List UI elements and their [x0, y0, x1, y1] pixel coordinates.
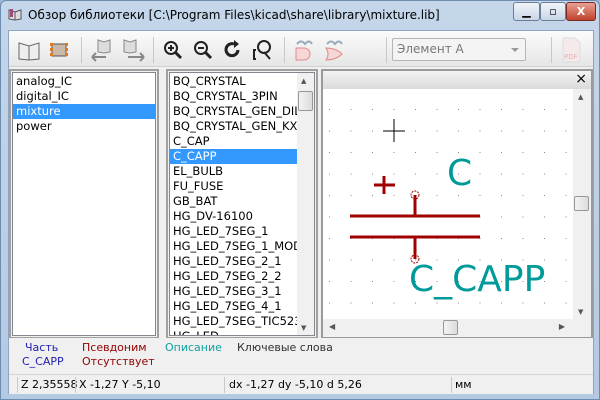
vscroll-thumb[interactable] — [574, 196, 589, 211]
preview-pane: × C C_CAPP ▲ ▼ ◀ ▶ — [321, 69, 593, 339]
zoom-out-icon — [194, 41, 213, 60]
title-bar: Обзор библиотеки [C:\Program Files\kicad… — [1, 1, 599, 29]
status-units: мм — [455, 378, 472, 391]
toolbar: Элемент А PDF — [9, 31, 593, 67]
zoom-in-button[interactable] — [160, 37, 186, 63]
refresh-icon — [224, 40, 240, 58]
component-item[interactable]: GB_BAT — [170, 194, 298, 209]
scroll-down-icon[interactable]: ▼ — [578, 308, 583, 316]
zoom-fit-button[interactable] — [250, 37, 276, 63]
description-label: Описание — [165, 341, 222, 354]
previous-component-button[interactable] — [90, 37, 116, 63]
keywords-label: Ключевые слова — [237, 341, 333, 354]
status-bar: Z 2,35558 X -1,27 Y -5,10 dx -1,27 dy -5… — [9, 374, 593, 394]
component-item[interactable]: HG_LED_7SEG_TIC5231 — [170, 314, 298, 329]
preview-pane-header: × — [323, 71, 591, 89]
minimize-button[interactable]: ▁ — [513, 2, 540, 21]
svg-text:PDF: PDF — [564, 53, 578, 61]
select-library-button[interactable] — [16, 37, 42, 63]
component-item[interactable]: FU_FUSE — [170, 179, 298, 194]
library-list-frame: analog_IC digital_IC mixture power — [9, 69, 159, 339]
component-item[interactable]: HG_LED_7SEG_4_1 — [170, 299, 298, 314]
select-component-button[interactable] — [46, 37, 72, 63]
library-item-analog-ic[interactable]: analog_IC — [13, 74, 155, 89]
status-delta: dx -1,27 dy -5,10 d 5,26 — [229, 378, 362, 391]
chevron-down-icon — [511, 48, 519, 52]
scroll-down-icon[interactable]: ▼ — [301, 324, 306, 332]
library-item-mixture[interactable]: mixture — [13, 104, 155, 119]
deMorgan-converted-button[interactable] — [321, 37, 347, 63]
library-item-power[interactable]: power — [13, 119, 155, 134]
library-browser-window: Обзор библиотеки [C:\Program Files\kicad… — [0, 0, 600, 400]
component-list-scrollbar[interactable]: ▲ ▼ — [297, 73, 314, 335]
component-item[interactable]: HG_LED — [170, 329, 298, 335]
close-button[interactable]: X — [566, 2, 596, 21]
client-area: Элемент А PDF analog_IC digital_IC mixtu… — [8, 30, 594, 394]
redraw-button[interactable] — [220, 37, 246, 63]
deMorgan-normal-button[interactable] — [291, 37, 317, 63]
status-cursor-xy: X -1,27 Y -5,10 — [79, 378, 161, 391]
library-book-icon — [8, 9, 22, 21]
component-item[interactable]: HG_DV-16100 — [170, 209, 298, 224]
component-item[interactable]: BQ_CRYSTAL_GEN_DIL — [170, 104, 298, 119]
next-component-button[interactable] — [120, 37, 146, 63]
scroll-up-icon[interactable]: ▲ — [301, 77, 306, 85]
component-item[interactable]: HG_LED_7SEG_2_1 — [170, 254, 298, 269]
or-gate-icon — [325, 40, 343, 61]
part-unit-value: Элемент А — [397, 42, 464, 56]
schematic-canvas[interactable]: C C_CAPP — [323, 89, 573, 319]
reference-label: C — [447, 153, 472, 194]
component-item[interactable]: HG_LED_7SEG_2_2 — [170, 269, 298, 284]
zoom-fit-icon — [253, 40, 271, 60]
component-item[interactable]: EL_BULB — [170, 164, 298, 179]
status-zoom: Z 2,35558 — [21, 378, 78, 391]
scroll-up-icon[interactable]: ▲ — [578, 93, 583, 101]
preview-vscrollbar[interactable]: ▲ ▼ — [573, 89, 591, 319]
alias-label: Псевдоним — [82, 341, 147, 354]
window-title: Обзор библиотеки [C:\Program Files\kicad… — [28, 8, 440, 22]
library-item-digital-ic[interactable]: digital_IC — [13, 89, 155, 104]
component-item[interactable]: HG_LED_7SEG_3_1 — [170, 284, 298, 299]
zoom-out-button[interactable] — [190, 37, 216, 63]
chip-icon — [50, 43, 68, 57]
and-gate-icon — [295, 40, 313, 61]
preview-hscrollbar[interactable]: ◀ ▶ — [323, 319, 573, 337]
zoom-in-icon — [164, 41, 183, 60]
component-item[interactable]: C_CAPP — [170, 149, 298, 164]
scroll-left-icon[interactable]: ◀ — [329, 322, 335, 331]
component-item[interactable]: C_CAP — [170, 134, 298, 149]
component-item[interactable]: BQ_CRYSTAL_GEN_KXO — [170, 119, 298, 134]
value-label: C_CAPP — [409, 259, 545, 300]
export-pdf-button[interactable]: PDF — [558, 37, 584, 63]
hscroll-thumb[interactable] — [443, 320, 458, 335]
component-list[interactable]: BQ_CRYSTAL BQ_CRYSTAL_3PIN BQ_CRYSTAL_GEN_… — [169, 72, 315, 336]
part-value: C_CAPP — [22, 355, 64, 368]
component-item[interactable]: HG_LED_7SEG_1 — [170, 224, 298, 239]
component-item[interactable]: HG_LED_7SEG_1_MOD2 — [170, 239, 298, 254]
library-list[interactable]: analog_IC digital_IC mixture power — [12, 72, 156, 336]
pdf-icon: PDF — [562, 37, 581, 63]
component-info-panel: Часть C_CAPP Псевдоним Отсутствует Описа… — [9, 338, 593, 374]
book-arrow-left-icon — [91, 39, 111, 62]
alias-value: Отсутствует — [82, 355, 155, 368]
scroll-right-icon[interactable]: ▶ — [559, 322, 565, 331]
scroll-thumb[interactable] — [298, 91, 313, 111]
close-pane-icon[interactable]: × — [575, 71, 587, 88]
part-label: Часть — [25, 341, 59, 354]
component-list-frame: BQ_CRYSTAL BQ_CRYSTAL_3PIN BQ_CRYSTAL_GEN_… — [166, 69, 318, 339]
book-icon — [18, 42, 40, 61]
maximize-button[interactable]: ▫ — [540, 2, 566, 21]
component-item[interactable]: BQ_CRYSTAL_3PIN — [170, 89, 298, 104]
component-item[interactable]: BQ_CRYSTAL — [170, 74, 298, 89]
book-arrow-right-icon — [123, 39, 145, 62]
part-unit-select[interactable]: Элемент А — [392, 38, 526, 61]
